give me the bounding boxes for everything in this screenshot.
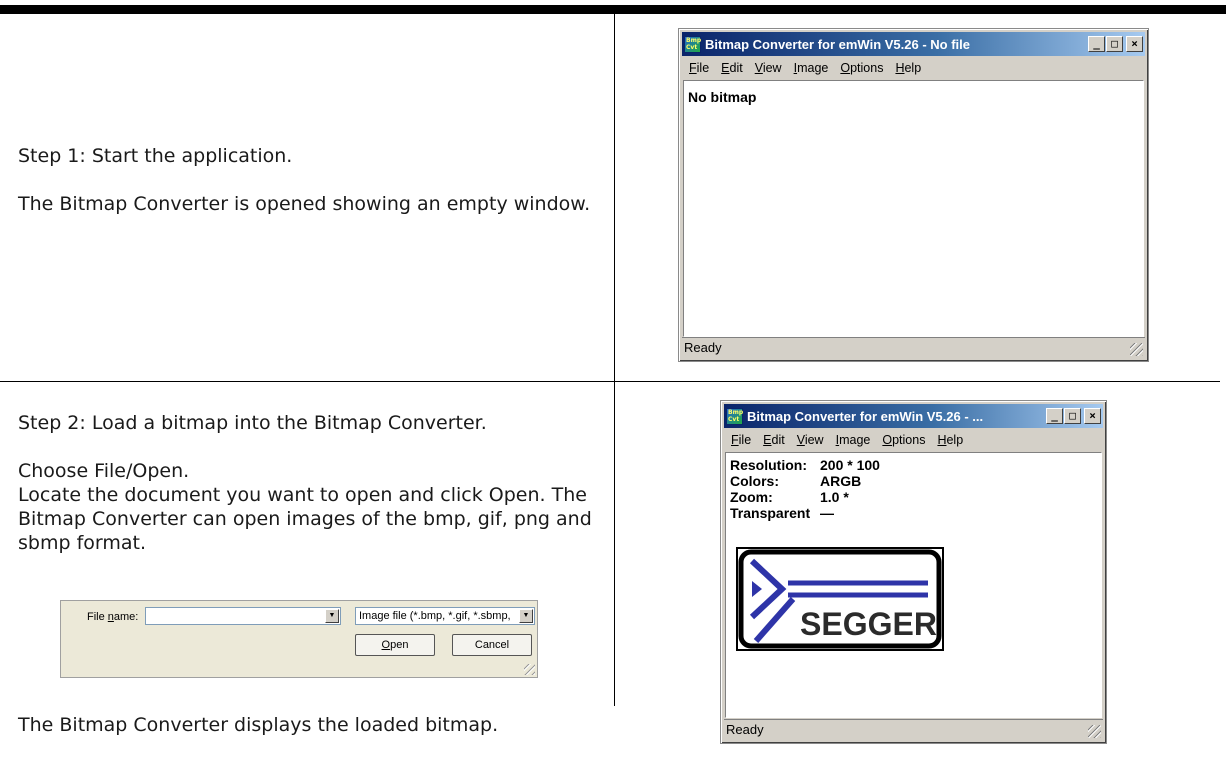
bmpcvt-app-icon: Bmp Cvt [684, 35, 702, 53]
info-row-colors: Colors: ARGB [730, 473, 862, 489]
status-text: Ready [684, 340, 722, 355]
step2-text: Step 2: Load a bitmap into the Bitmap Co… [18, 411, 603, 555]
client-area: Resolution: 200 * 100 Colors: ARGB Zoom:… [725, 452, 1102, 718]
menu-help[interactable]: Help [889, 61, 927, 75]
menu-file[interactable]: File [725, 433, 757, 447]
status-text: Ready [726, 722, 764, 737]
file-open-dialog: File name: ▼ Image file (*.bmp, *.gif, *… [60, 600, 538, 678]
window-titlebar[interactable]: Bmp Cvt Bitmap Converter for emWin V5.26… [724, 404, 1103, 428]
step2-para1-line2: Locate the document you want to open and… [18, 484, 592, 554]
menu-file[interactable]: File [683, 61, 715, 75]
menu-options[interactable]: Options [876, 433, 931, 447]
window-title: Bitmap Converter for emWin V5.26 - ... [747, 408, 984, 424]
bitmap-converter-window-empty[interactable]: Bmp Cvt Bitmap Converter for emWin V5.26… [678, 28, 1149, 362]
bmpcvt-app-icon: Bmp Cvt [726, 407, 744, 425]
status-bar: Ready [682, 337, 1145, 358]
dropdown-arrow-icon[interactable]: ▼ [325, 609, 339, 623]
menu-view[interactable]: View [791, 433, 830, 447]
info-row-resolution: Resolution: 200 * 100 [730, 457, 880, 473]
top-rule [0, 5, 1226, 14]
menu-edit[interactable]: Edit [757, 433, 791, 447]
svg-text:SEGGER: SEGGER [800, 606, 937, 642]
filetype-filter-combo[interactable]: Image file (*.bmp, *.gif, *.sbmp, ▼ [355, 607, 535, 625]
info-row-zoom: Zoom: 1.0 * [730, 489, 849, 505]
open-button[interactable]: Open [355, 634, 435, 656]
close-button[interactable]: × [1084, 408, 1101, 424]
dropdown-arrow-icon[interactable]: ▼ [519, 609, 533, 623]
step2-footer: The Bitmap Converter displays the loaded… [18, 713, 603, 737]
step2-footer-text: The Bitmap Converter displays the loaded… [18, 714, 499, 736]
resize-grip-icon[interactable] [1130, 343, 1143, 356]
row-divider [0, 381, 1220, 382]
step2-heading: Step 2: Load a bitmap into the Bitmap Co… [18, 412, 487, 434]
no-bitmap-label: No bitmap [688, 89, 757, 105]
menu-options[interactable]: Options [834, 61, 889, 75]
step1-body: The Bitmap Converter is opened showing a… [18, 193, 591, 215]
bitmap-converter-window-loaded[interactable]: Bmp Cvt Bitmap Converter for emWin V5.26… [720, 400, 1107, 744]
segger-logo-icon: SEGGER [738, 549, 942, 649]
window-titlebar[interactable]: Bmp Cvt Bitmap Converter for emWin V5.26… [682, 32, 1145, 56]
menu-view[interactable]: View [749, 61, 788, 75]
menubar: File Edit View Image Options Help [725, 429, 1102, 451]
menu-edit[interactable]: Edit [715, 61, 749, 75]
resize-grip-icon[interactable] [524, 664, 535, 675]
column-divider [614, 14, 615, 706]
segger-logo-bitmap: SEGGER [736, 547, 944, 651]
step2-para1-line1: Choose File/Open. [18, 460, 190, 482]
bitmap-info: Resolution: 200 * 100 Colors: ARGB Zoom:… [730, 457, 880, 521]
minimize-button[interactable]: _ [1046, 408, 1063, 424]
maximize-button[interactable]: □ [1106, 36, 1123, 52]
filter-value: Image file (*.bmp, *.gif, *.sbmp, [359, 610, 511, 622]
filename-label: File name: [87, 611, 139, 623]
close-button[interactable]: × [1126, 36, 1143, 52]
minimize-button[interactable]: _ [1088, 36, 1105, 52]
step1-text: Step 1: Start the application. The Bitma… [18, 144, 603, 216]
resize-grip-icon[interactable] [1088, 725, 1101, 738]
window-title: Bitmap Converter for emWin V5.26 - No fi… [705, 36, 970, 52]
filename-combo[interactable]: ▼ [145, 607, 341, 625]
caption-buttons: _ □ × [1087, 36, 1143, 52]
info-row-transparent: Transparent — [730, 505, 834, 521]
menu-image[interactable]: Image [830, 433, 877, 447]
menu-image[interactable]: Image [788, 61, 835, 75]
step1-heading: Step 1: Start the application. [18, 145, 293, 167]
caption-buttons: _ □ × [1045, 408, 1101, 424]
cancel-button[interactable]: Cancel [452, 634, 532, 656]
status-bar: Ready [724, 719, 1103, 740]
maximize-button[interactable]: □ [1064, 408, 1081, 424]
menubar: File Edit View Image Options Help [683, 57, 1144, 79]
menu-help[interactable]: Help [931, 433, 969, 447]
client-area: No bitmap [683, 80, 1144, 337]
